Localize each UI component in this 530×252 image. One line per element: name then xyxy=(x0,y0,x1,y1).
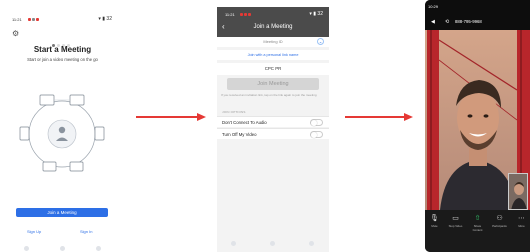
self-view-image xyxy=(509,174,527,209)
participants-label: Participants xyxy=(492,224,507,228)
zoom-join-flow: 11:21 ▾ ▮ 32 ⚙ Start a Meeting Start or … xyxy=(0,0,530,252)
join-meeting-button[interactable]: Join Meeting xyxy=(227,78,319,90)
recents-nav-icon[interactable] xyxy=(309,241,314,246)
audio-option-row: Don't Connect To Audio xyxy=(217,116,329,127)
status-bar: 11:21 ▾ ▮ 32 xyxy=(225,11,323,19)
join-meeting-button[interactable]: Join a Meeting xyxy=(16,208,108,217)
status-bar: 11:21 ▾ ▮ 32 xyxy=(12,16,112,24)
red-arrow-icon xyxy=(136,113,206,121)
audio-option-label: Don't Connect To Audio xyxy=(222,120,267,125)
back-nav-icon[interactable] xyxy=(231,241,236,246)
meeting-id-placeholder: Meeting ID xyxy=(263,39,283,44)
share-content-label: Share Content xyxy=(472,224,483,232)
android-nav-bar xyxy=(225,241,321,247)
personal-link-row[interactable]: Join with a personal link name xyxy=(217,50,329,60)
stop-video-label: Stop Video xyxy=(448,224,463,228)
speaker-icon[interactable]: ◀ xyxy=(431,19,435,25)
participants-button[interactable]: ⚇ Participants xyxy=(491,214,508,244)
status-time: 11:21 xyxy=(12,17,22,22)
invitation-note: If you received an invitation link, tap … xyxy=(221,93,317,97)
home-nav-icon[interactable] xyxy=(60,246,65,251)
switch-camera-icon[interactable]: ⟲ xyxy=(445,19,449,25)
page-subtitle: Start or join a video meeting on the go xyxy=(27,57,98,62)
back-nav-icon[interactable] xyxy=(24,246,29,251)
video-toggle[interactable] xyxy=(310,131,323,138)
microphone-icon: 🎙︎ xyxy=(430,215,439,222)
recents-nav-icon[interactable] xyxy=(96,246,101,251)
meeting-top-bar: 10:29 ◀ ⟲ 888-795-9968 xyxy=(425,0,530,30)
join-meeting-screen: 11:21 ▾ ▮ 32 ‹ Join a Meeting Meeting ID… xyxy=(217,7,329,252)
sign-in-link[interactable]: Sign In xyxy=(80,229,92,234)
notification-icons xyxy=(28,17,40,22)
more-label: More xyxy=(518,224,525,228)
stop-video-button[interactable]: ▭ Stop Video xyxy=(447,214,464,244)
status-time: 11:21 xyxy=(225,12,235,17)
share-icon: ⇧ xyxy=(474,215,481,222)
self-view-thumbnail[interactable] xyxy=(508,173,528,210)
chevron-down-icon[interactable]: ⌄ xyxy=(317,38,324,45)
mute-button[interactable]: 🎙︎ Mute xyxy=(426,214,443,244)
more-button[interactable]: ⋯ More xyxy=(513,214,530,244)
page-title: Start a Meeting xyxy=(33,45,92,54)
status-indicators: ▾ ▮ 32 xyxy=(98,16,112,22)
share-content-button[interactable]: ⇧ Share Content xyxy=(469,214,486,244)
meeting-controls: 🎙︎ Mute ▭ Stop Video ⇧ Share Content ⚇ P… xyxy=(425,210,530,252)
home-nav-icon[interactable] xyxy=(270,241,275,246)
status-indicators: ▾ ▮ 32 xyxy=(309,11,323,17)
join-options-label: JOIN OPTIONS xyxy=(222,110,246,114)
participants-icon: ⚇ xyxy=(496,215,503,222)
meeting-id-title[interactable]: 888-795-9968 xyxy=(455,19,482,24)
start-meeting-screen: 11:21 ▾ ▮ 32 ⚙ Start a Meeting Start or … xyxy=(0,8,125,252)
mute-label: Mute xyxy=(431,224,438,228)
devices-illustration xyxy=(19,94,105,172)
red-arrow-icon xyxy=(345,113,413,121)
name-field[interactable]: CPC PR xyxy=(217,63,329,75)
android-nav-bar xyxy=(18,246,106,252)
video-camera-icon: ▭ xyxy=(452,215,459,222)
sign-up-link[interactable]: Sign Up xyxy=(27,229,41,234)
video-option-row: Turn Off My Video xyxy=(217,128,329,139)
meeting-id-field[interactable]: Meeting ID ⌄ xyxy=(217,37,329,47)
in-meeting-screen: 10:29 ◀ ⟲ 888-795-9968 🎙︎ Mute ▭ Stop Vi… xyxy=(425,0,530,252)
personal-link-text[interactable]: Join with a personal link name xyxy=(217,53,329,57)
status-time: 10:29 xyxy=(428,4,439,9)
video-option-label: Turn Off My Video xyxy=(222,132,257,137)
page-title: Join a Meeting xyxy=(253,24,293,30)
audio-toggle[interactable] xyxy=(310,119,323,126)
name-value: CPC PR xyxy=(264,66,282,71)
notification-icons xyxy=(240,12,252,17)
more-icon: ⋯ xyxy=(518,215,525,222)
gear-icon[interactable]: ⚙ xyxy=(12,30,20,38)
